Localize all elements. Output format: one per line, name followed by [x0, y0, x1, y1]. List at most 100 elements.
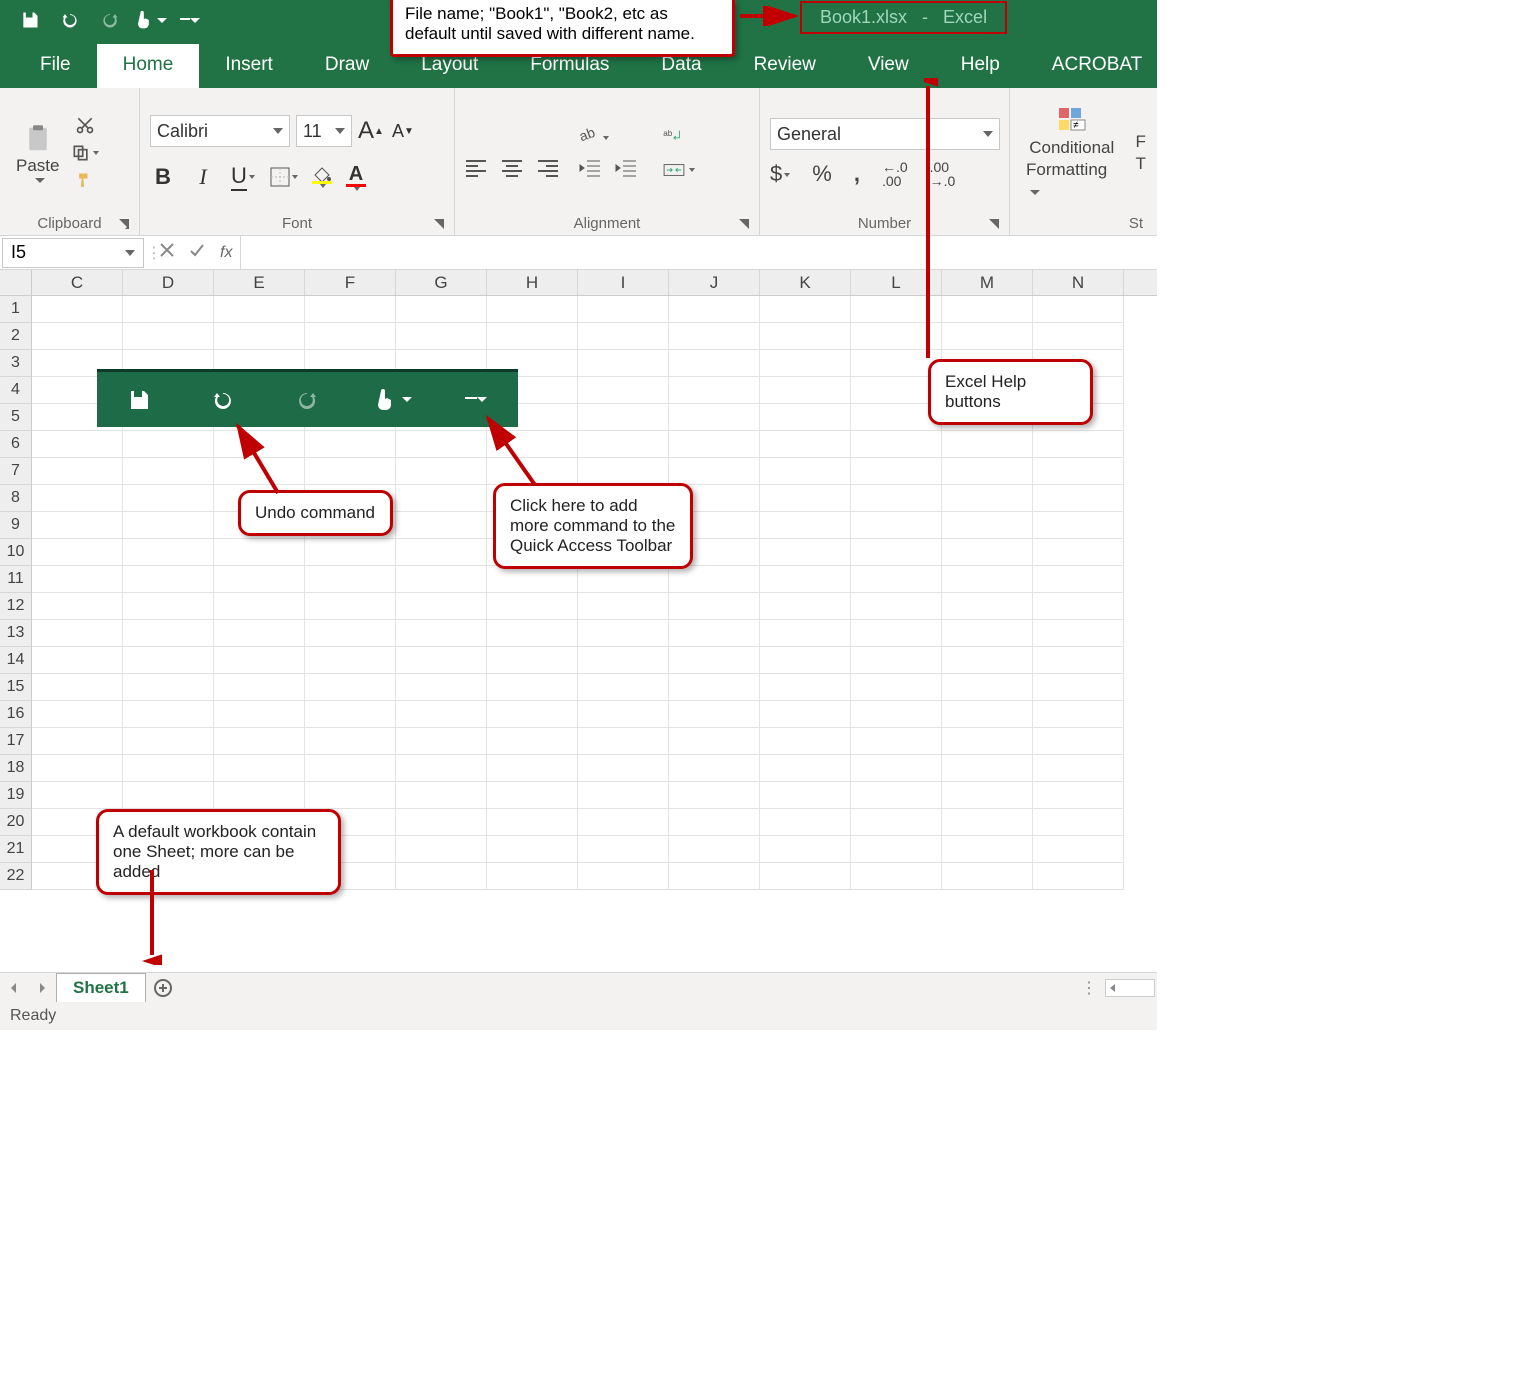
- cell[interactable]: [942, 323, 1033, 350]
- row-head[interactable]: 17: [0, 728, 32, 755]
- cell[interactable]: [578, 350, 669, 377]
- cell[interactable]: [578, 296, 669, 323]
- cell[interactable]: [942, 728, 1033, 755]
- row-head[interactable]: 14: [0, 647, 32, 674]
- cell[interactable]: [1033, 863, 1124, 890]
- cell[interactable]: [942, 701, 1033, 728]
- cell[interactable]: [760, 701, 851, 728]
- col-head[interactable]: M: [942, 270, 1033, 295]
- cell[interactable]: [32, 323, 123, 350]
- cell[interactable]: [851, 296, 942, 323]
- cut-button[interactable]: [71, 114, 99, 136]
- cell[interactable]: [669, 458, 760, 485]
- col-head[interactable]: J: [669, 270, 760, 295]
- cell[interactable]: [1033, 809, 1124, 836]
- cell[interactable]: [32, 755, 123, 782]
- cell[interactable]: [1033, 431, 1124, 458]
- tab-acrobat[interactable]: ACROBAT: [1026, 44, 1157, 88]
- cell[interactable]: [487, 701, 578, 728]
- cell[interactable]: [214, 323, 305, 350]
- cell[interactable]: [760, 404, 851, 431]
- cell[interactable]: [578, 755, 669, 782]
- cell[interactable]: [487, 647, 578, 674]
- font-size-combo[interactable]: 11: [296, 115, 352, 147]
- format-table-button[interactable]: F T: [1130, 130, 1147, 176]
- align-middle-button[interactable]: [501, 124, 523, 147]
- cell[interactable]: [578, 620, 669, 647]
- cell[interactable]: [760, 566, 851, 593]
- cell[interactable]: [123, 296, 214, 323]
- cell[interactable]: [760, 350, 851, 377]
- cell[interactable]: [669, 296, 760, 323]
- cell[interactable]: [396, 755, 487, 782]
- cell[interactable]: [669, 701, 760, 728]
- cell[interactable]: [123, 512, 214, 539]
- row-head[interactable]: 4: [0, 377, 32, 404]
- format-painter-button[interactable]: [71, 170, 99, 192]
- cell[interactable]: [123, 323, 214, 350]
- tab-insert[interactable]: Insert: [199, 44, 299, 88]
- cell[interactable]: [123, 458, 214, 485]
- cell[interactable]: [669, 620, 760, 647]
- number-format-combo[interactable]: General: [770, 118, 1000, 150]
- percent-button[interactable]: %: [812, 161, 832, 187]
- col-head[interactable]: C: [32, 270, 123, 295]
- cell[interactable]: [669, 728, 760, 755]
- cell[interactable]: [32, 539, 123, 566]
- cell[interactable]: [32, 512, 123, 539]
- cell[interactable]: [396, 863, 487, 890]
- cell[interactable]: [851, 701, 942, 728]
- cell[interactable]: [942, 620, 1033, 647]
- cell[interactable]: [669, 593, 760, 620]
- comma-button[interactable]: ,: [854, 161, 860, 187]
- cell[interactable]: [851, 512, 942, 539]
- wrap-text-button[interactable]: ab: [657, 125, 691, 147]
- cell[interactable]: [669, 566, 760, 593]
- tab-help[interactable]: Help: [935, 44, 1026, 88]
- cell[interactable]: [578, 647, 669, 674]
- cancel-entry[interactable]: [152, 241, 182, 264]
- decrease-indent-button[interactable]: [579, 159, 601, 182]
- row-head[interactable]: 16: [0, 701, 32, 728]
- cell[interactable]: [396, 296, 487, 323]
- tab-draw[interactable]: Draw: [299, 44, 395, 88]
- row-head[interactable]: 22: [0, 863, 32, 890]
- merge-center-button[interactable]: [657, 159, 701, 181]
- cell[interactable]: [1033, 593, 1124, 620]
- row-head[interactable]: 7: [0, 458, 32, 485]
- cell[interactable]: [942, 836, 1033, 863]
- sheet-nav-next[interactable]: [28, 973, 56, 1002]
- cell[interactable]: [578, 809, 669, 836]
- row-head[interactable]: 10: [0, 539, 32, 566]
- row-head[interactable]: 19: [0, 782, 32, 809]
- cell[interactable]: [396, 836, 487, 863]
- cell[interactable]: [942, 674, 1033, 701]
- cell[interactable]: [851, 431, 942, 458]
- increase-decimal-button[interactable]: ←.0.00: [882, 160, 908, 188]
- name-box[interactable]: I5: [2, 238, 144, 268]
- qat-customize[interactable]: [170, 0, 210, 40]
- cell[interactable]: [760, 431, 851, 458]
- cell[interactable]: [123, 674, 214, 701]
- cell[interactable]: [760, 809, 851, 836]
- cell[interactable]: [578, 323, 669, 350]
- cell[interactable]: [305, 674, 396, 701]
- cell[interactable]: [851, 809, 942, 836]
- cell[interactable]: [669, 836, 760, 863]
- cell[interactable]: [214, 431, 305, 458]
- cell[interactable]: [851, 755, 942, 782]
- cell[interactable]: [578, 377, 669, 404]
- cell[interactable]: [487, 782, 578, 809]
- cell[interactable]: [851, 485, 942, 512]
- cell[interactable]: [396, 593, 487, 620]
- currency-button[interactable]: $: [770, 161, 790, 187]
- cell[interactable]: [214, 782, 305, 809]
- cell[interactable]: [123, 701, 214, 728]
- cell[interactable]: [32, 593, 123, 620]
- cell[interactable]: [487, 809, 578, 836]
- cell[interactable]: [669, 755, 760, 782]
- cell[interactable]: [32, 566, 123, 593]
- formula-input[interactable]: [240, 236, 1157, 269]
- col-head[interactable]: E: [214, 270, 305, 295]
- qat-save[interactable]: [10, 0, 50, 40]
